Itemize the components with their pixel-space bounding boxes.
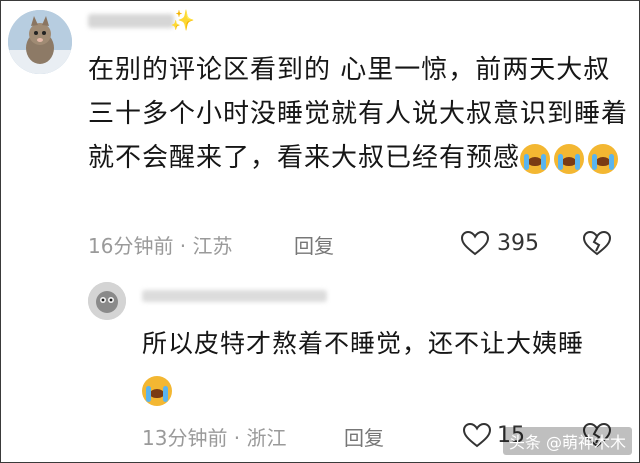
like-heart-icon[interactable] bbox=[460, 230, 490, 256]
replier-avatar-image bbox=[88, 282, 126, 320]
reply-reply-button[interactable]: 回复 bbox=[344, 422, 384, 451]
dislike-broken-heart-icon[interactable] bbox=[582, 230, 612, 256]
replier-name-blurred bbox=[142, 290, 327, 302]
comment-like-count: 395 bbox=[497, 231, 539, 256]
reply-time-location: 13分钟前 · 浙江 bbox=[142, 426, 287, 450]
crying-emoji-icon bbox=[554, 144, 585, 174]
crying-emoji-icon bbox=[142, 376, 172, 406]
comment-body: 在别的评论区看到的 心里一惊，前两天大叔三十多个小时没睡觉就有人说大叔意识到睡着… bbox=[88, 48, 628, 181]
comment-reply-button[interactable]: 回复 bbox=[294, 230, 334, 259]
like-heart-icon[interactable] bbox=[462, 422, 492, 448]
reply-body: 所以皮特才熬着不睡觉，还不让大姨睡 bbox=[142, 322, 632, 410]
crying-emoji-icon bbox=[588, 144, 619, 174]
cat-avatar-image bbox=[8, 10, 72, 74]
reply-text: 所以皮特才熬着不睡觉，还不让大姨睡 bbox=[142, 329, 585, 358]
crying-emoji-group bbox=[520, 137, 622, 181]
crying-emoji-icon bbox=[520, 144, 551, 174]
commenter-name-blurred bbox=[88, 14, 174, 28]
commenter-avatar[interactable] bbox=[8, 10, 72, 74]
comment-time-location: 16分钟前 · 江苏 bbox=[88, 234, 233, 258]
watermark: 头条 @萌神木木 bbox=[502, 427, 632, 455]
sparkle-icon: ✨ bbox=[170, 8, 195, 32]
replier-avatar[interactable] bbox=[88, 282, 126, 320]
